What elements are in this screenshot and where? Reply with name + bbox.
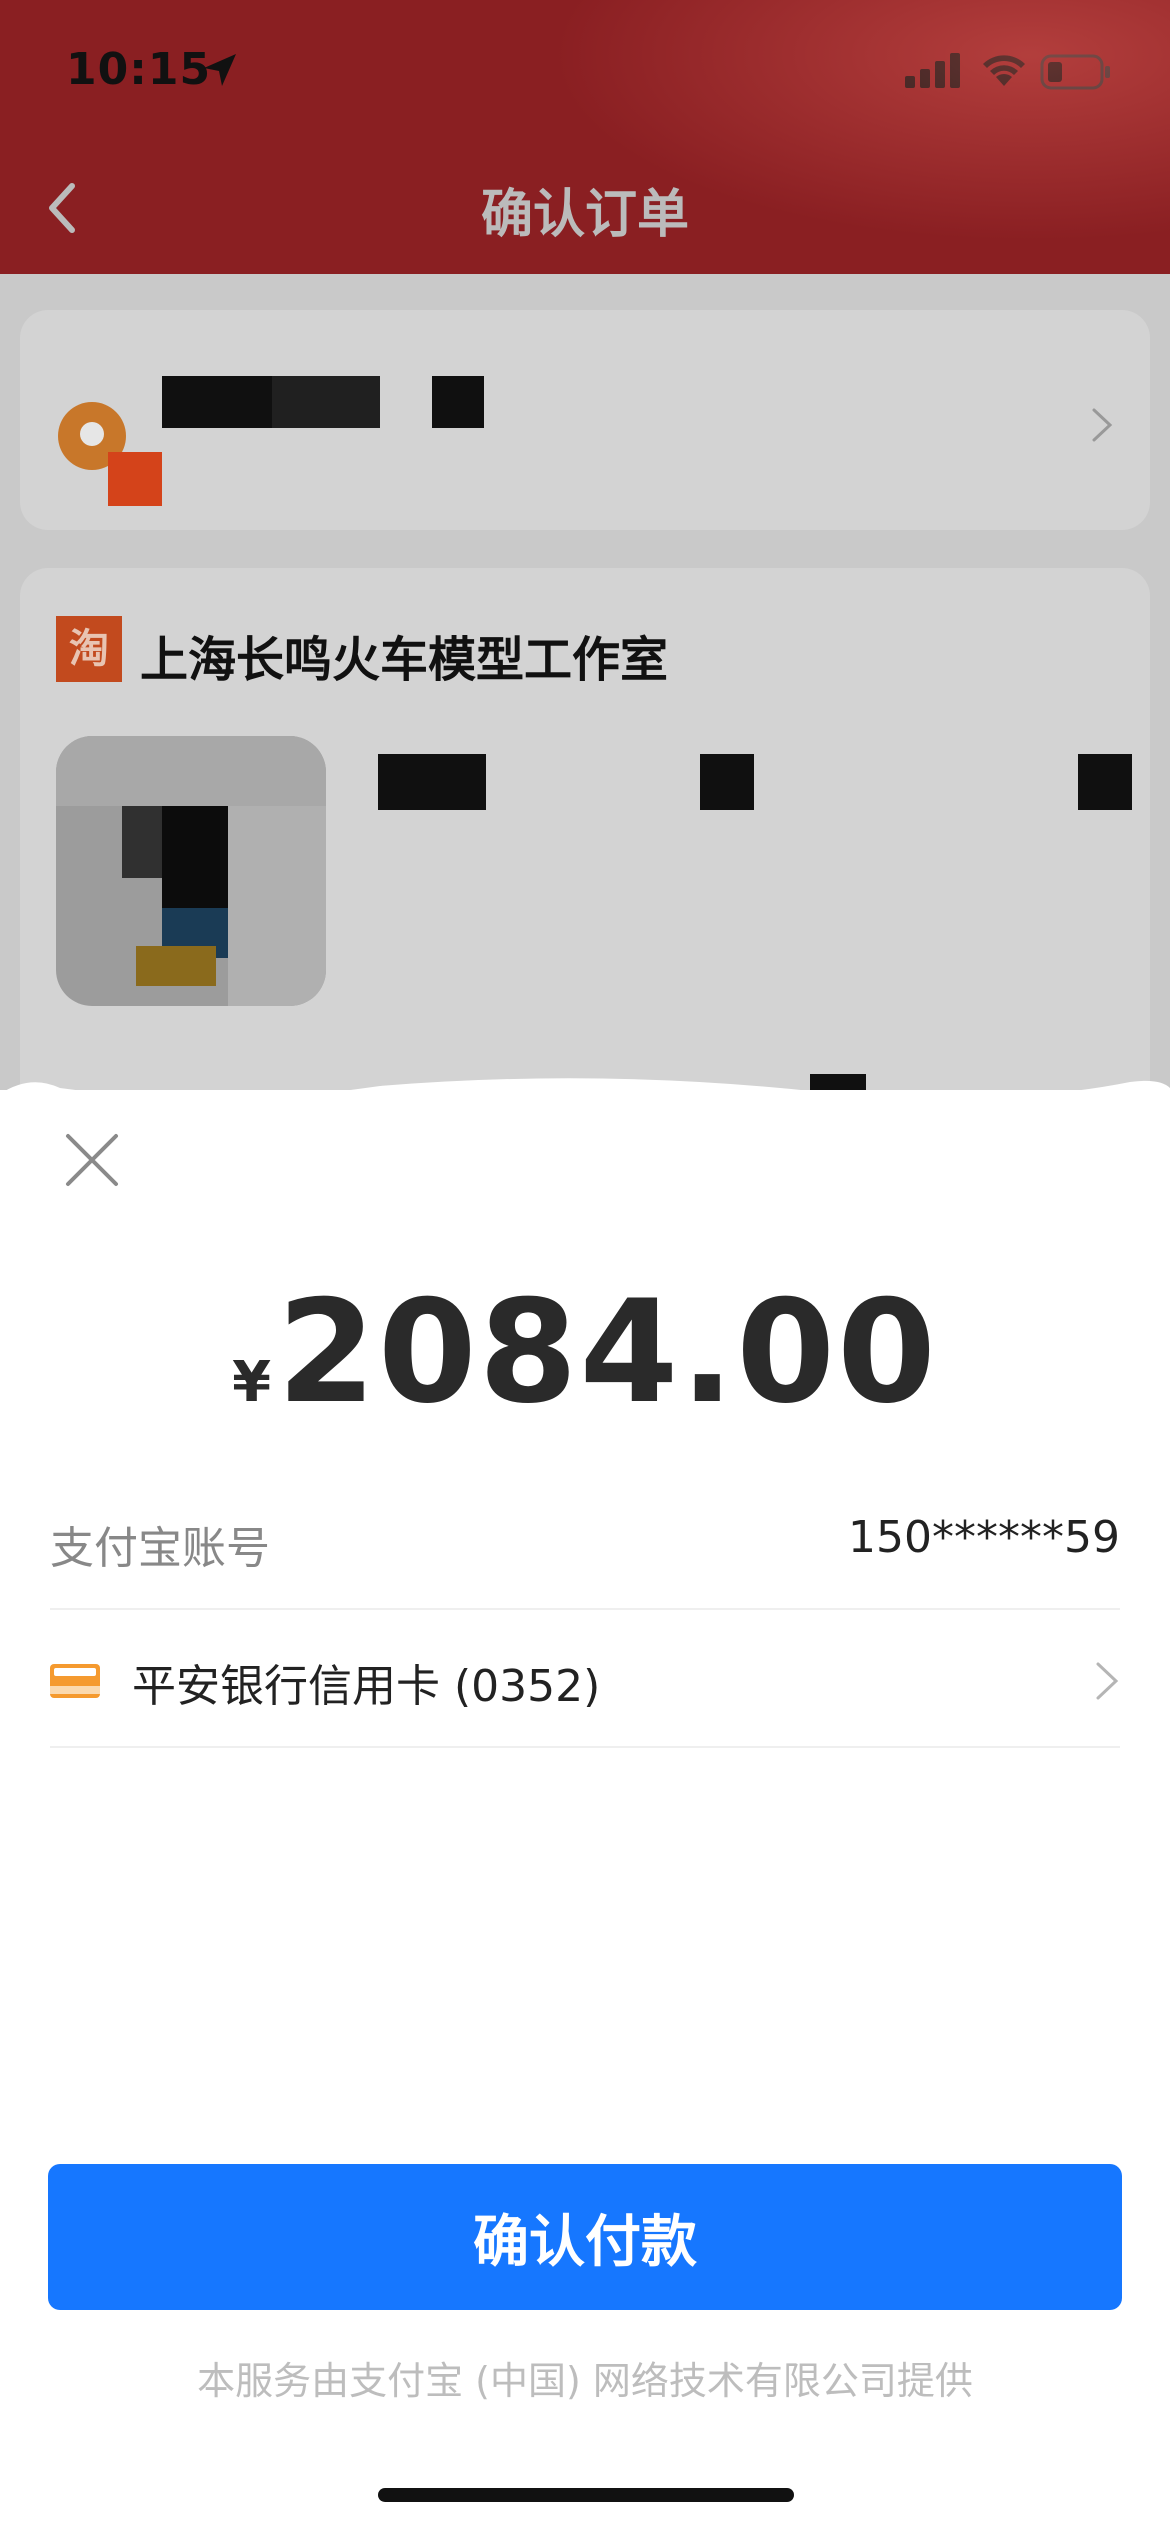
chevron-right-icon	[1096, 1662, 1119, 1700]
payment-method-label: 平安银行信用卡 (0352)	[132, 1661, 601, 1712]
credit-card-icon	[50, 1664, 100, 1698]
confirm-payment-button[interactable]: 确认付款	[48, 2164, 1122, 2310]
currency-symbol: ¥	[232, 1350, 272, 1415]
pixel-block	[56, 736, 326, 806]
redacted-name	[162, 376, 272, 428]
pixel-block	[136, 946, 216, 986]
home-indicator[interactable]	[378, 2488, 794, 2502]
redacted-name	[272, 376, 380, 428]
account-value: 150******59	[848, 1512, 1120, 1563]
pixel-block	[228, 806, 326, 1006]
taobao-shop-badge: 淘	[56, 616, 122, 682]
chevron-right-icon	[1092, 408, 1113, 442]
divider	[50, 1746, 1120, 1748]
amount-value: 2084.00	[277, 1270, 938, 1435]
redacted-title	[1078, 754, 1132, 810]
service-provider-note: 本服务由支付宝 (中国) 网络技术有限公司提供	[197, 2359, 973, 2403]
order-item-card: 淘 上海长鸣火车模型工作室	[20, 568, 1150, 1128]
redacted-title	[700, 754, 754, 810]
payment-amount: ¥2084.00	[0, 1270, 1170, 1435]
product-thumbnail[interactable]	[56, 736, 326, 1006]
shop-name[interactable]: 上海长鸣火车模型工作室	[140, 620, 668, 690]
address-card[interactable]	[20, 310, 1150, 530]
account-label: 支付宝账号	[50, 1523, 270, 1574]
divider	[50, 1608, 1120, 1610]
pixel-block	[162, 806, 228, 908]
status-time: 10:15	[66, 44, 212, 95]
card-icon-detail	[54, 1668, 96, 1676]
location-pin-icon	[58, 402, 162, 506]
location-arrow-icon	[204, 54, 236, 86]
page-title: 确认订单	[480, 185, 689, 245]
redacted-phone	[432, 376, 484, 428]
card-icon-detail	[50, 1686, 100, 1694]
close-icon[interactable]	[62, 1130, 122, 1190]
redacted-title	[378, 754, 486, 810]
